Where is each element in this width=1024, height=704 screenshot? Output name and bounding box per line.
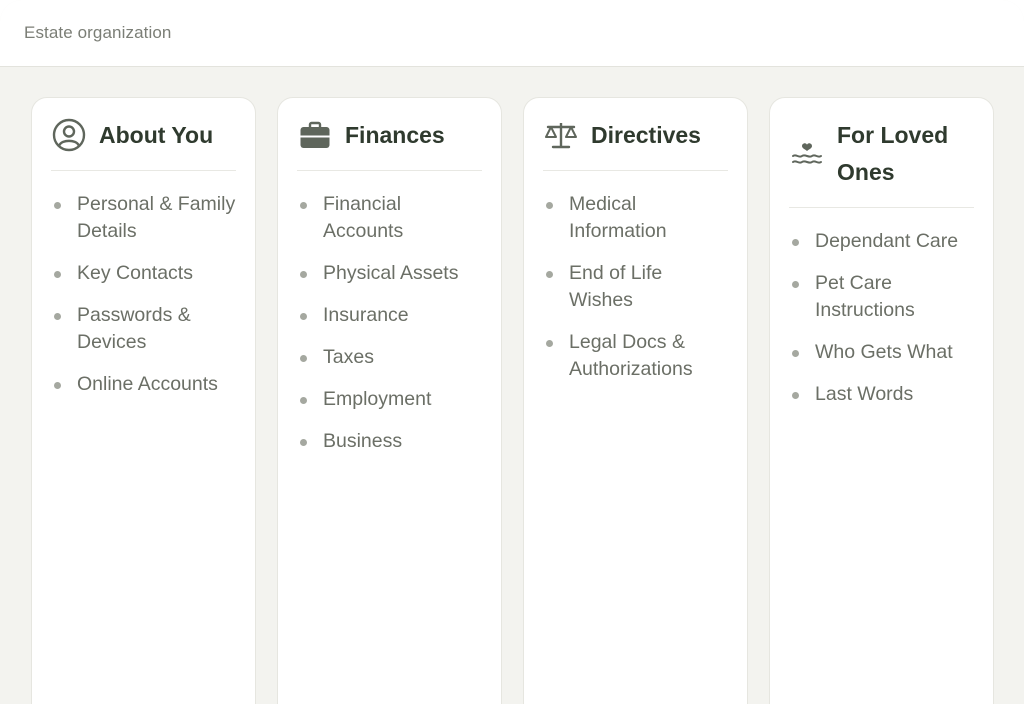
item-label: End of Life Wishes [569, 262, 663, 311]
list-item-online-accounts[interactable]: Online Accounts [51, 371, 236, 398]
card-about-you: About You Personal & Family Details Key … [31, 97, 256, 704]
list-item-last-words[interactable]: Last Words [789, 381, 974, 408]
item-label: Business [323, 430, 403, 452]
card-title: Directives [591, 121, 701, 148]
heart-waves-icon [789, 136, 825, 172]
card-header: Finances [297, 98, 482, 171]
item-label: Online Accounts [77, 373, 218, 395]
bullet-icon [546, 202, 553, 209]
item-label: Insurance [323, 304, 409, 326]
list-item-passwords-devices[interactable]: Passwords & Devices [51, 302, 236, 356]
item-label: Who Gets What [815, 341, 953, 363]
list-item-pet-care-instructions[interactable]: Pet Care Instructions [789, 270, 974, 324]
card-title: For Loved Ones [837, 121, 949, 185]
item-label: Taxes [323, 346, 374, 368]
bullet-icon [792, 281, 799, 288]
item-label: Legal Docs & Authorizations [569, 331, 693, 380]
bullet-icon [54, 382, 61, 389]
list-item-employment[interactable]: Employment [297, 386, 482, 413]
list-item-taxes[interactable]: Taxes [297, 344, 482, 371]
card-title: Finances [345, 121, 445, 148]
list-item-who-gets-what[interactable]: Who Gets What [789, 339, 974, 366]
bullet-icon [300, 271, 307, 278]
bullet-icon [546, 271, 553, 278]
item-label: Pet Care Instructions [815, 272, 915, 321]
bullet-icon [792, 392, 799, 399]
bullet-icon [546, 340, 553, 347]
item-list: Medical Information End of Life Wishes L… [543, 171, 728, 383]
bullet-icon [792, 350, 799, 357]
bullet-icon [54, 313, 61, 320]
bullet-icon [792, 239, 799, 246]
item-label: Physical Assets [323, 262, 459, 284]
card-header: Directives [543, 98, 728, 171]
item-list: Financial Accounts Physical Assets Insur… [297, 171, 482, 455]
item-label: Personal & Family Details [77, 193, 236, 242]
item-label: Employment [323, 388, 432, 410]
list-item-business[interactable]: Business [297, 428, 482, 455]
briefcase-icon [297, 117, 333, 153]
bullet-icon [300, 313, 307, 320]
user-circle-icon [51, 117, 87, 153]
item-label: Key Contacts [77, 262, 193, 284]
item-list: Personal & Family Details Key Contacts P… [51, 171, 236, 398]
list-item-legal-docs-authorizations[interactable]: Legal Docs & Authorizations [543, 329, 728, 383]
item-label: Dependant Care [815, 230, 959, 252]
item-label: Financial Accounts [323, 193, 404, 242]
app-window: Estate organization About You Personal &… [0, 0, 1024, 704]
card-directives: Directives Medical Information End of Li… [523, 97, 748, 704]
card-title: About You [99, 121, 214, 148]
item-label: Passwords & Devices [77, 304, 191, 353]
list-item-dependant-care[interactable]: Dependant Care [789, 228, 974, 255]
card-finances: Finances Financial Accounts Physical Ass… [277, 97, 502, 704]
item-label: Last Words [815, 383, 914, 405]
bullet-icon [54, 271, 61, 278]
card-header: About You [51, 98, 236, 171]
bullet-icon [300, 355, 307, 362]
item-label: Medical Information [569, 193, 667, 242]
category-columns: About You Personal & Family Details Key … [31, 97, 994, 704]
list-item-personal-family-details[interactable]: Personal & Family Details [51, 191, 236, 245]
top-bar: Estate organization [0, 0, 1024, 67]
bullet-icon [300, 202, 307, 209]
bullet-icon [54, 202, 61, 209]
card-for-loved-ones: For Loved Ones Dependant Care Pet Care I… [769, 97, 994, 704]
card-header: For Loved Ones [789, 98, 974, 208]
list-item-physical-assets[interactable]: Physical Assets [297, 260, 482, 287]
bullet-icon [300, 439, 307, 446]
list-item-insurance[interactable]: Insurance [297, 302, 482, 329]
item-list: Dependant Care Pet Care Instructions Who… [789, 208, 974, 408]
list-item-financial-accounts[interactable]: Financial Accounts [297, 191, 482, 245]
bullet-icon [300, 397, 307, 404]
scales-icon [543, 117, 579, 153]
list-item-medical-information[interactable]: Medical Information [543, 191, 728, 245]
list-item-key-contacts[interactable]: Key Contacts [51, 260, 236, 287]
page-title: Estate organization [24, 23, 172, 42]
list-item-end-of-life-wishes[interactable]: End of Life Wishes [543, 260, 728, 314]
